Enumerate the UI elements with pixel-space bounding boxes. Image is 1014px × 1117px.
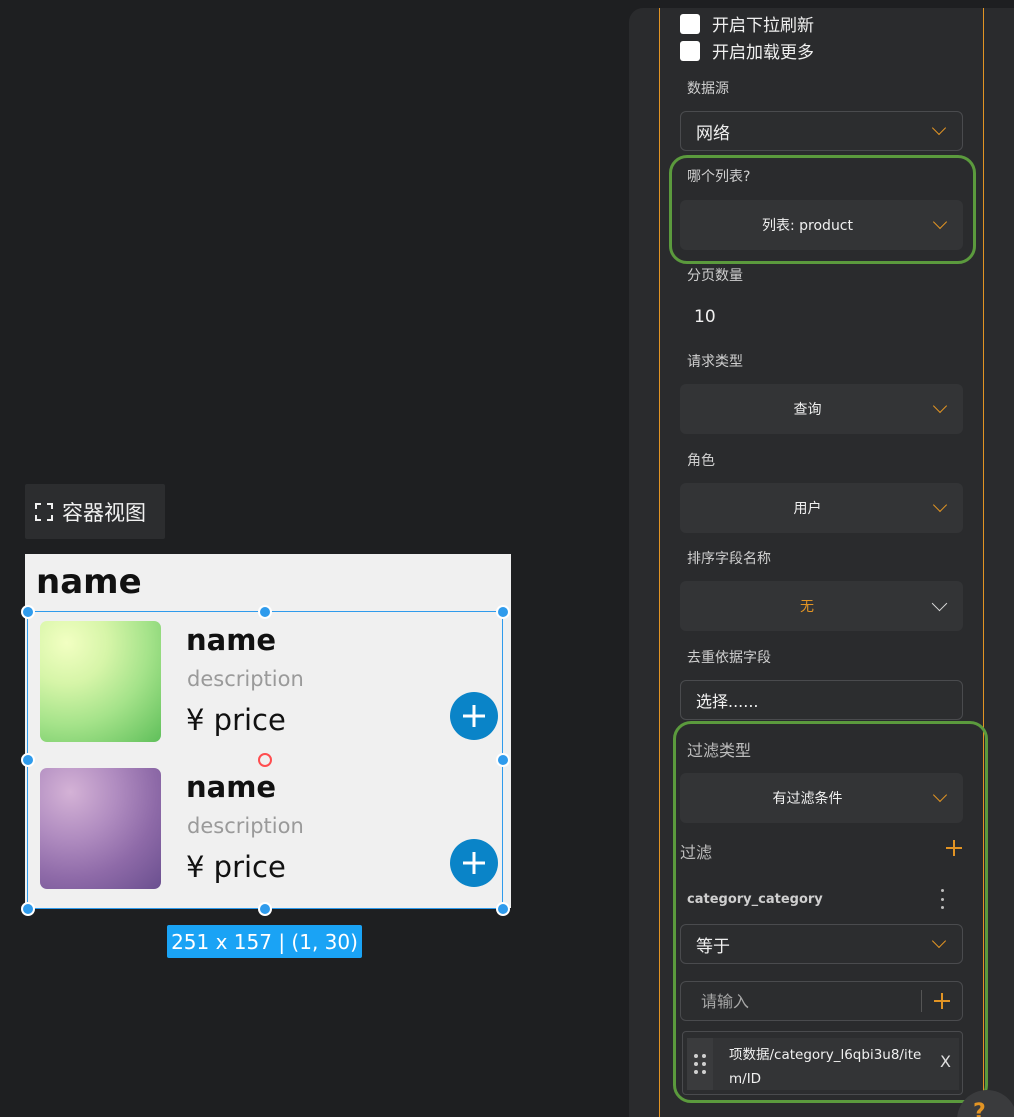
product-card[interactable]: name description ¥ price [40, 621, 500, 743]
request-type-label: 请求类型 [687, 354, 743, 370]
filter-field-name: category_category [687, 892, 823, 907]
filter-value-row [680, 981, 963, 1021]
chevron-down-icon [931, 933, 947, 949]
which-list-value: 列表: product [761, 218, 853, 234]
dedupe-field-label: 去重依据字段 [687, 650, 771, 666]
filter-type-label: 过滤类型 [687, 741, 752, 760]
resize-handle-top-left[interactable] [21, 605, 35, 619]
pull-refresh-checkbox[interactable] [680, 13, 700, 34]
data-source-value: 网络 [696, 123, 730, 144]
sort-field-label: 排序字段名称 [687, 551, 771, 567]
tag-body: 项数据/category_l6qbi3u8/item/ID X [713, 1038, 959, 1090]
filter-value-tag: 项数据/category_l6qbi3u8/item/ID X [682, 1031, 963, 1095]
filter-type-select[interactable]: 有过滤条件 [680, 773, 963, 823]
preview-title: name [36, 562, 142, 602]
chevron-down-icon [931, 595, 948, 611]
product-name: name [186, 623, 277, 657]
which-list-select[interactable]: 列表: product [680, 200, 963, 250]
request-type-select[interactable]: 查询 [680, 384, 963, 434]
pull-refresh-option[interactable]: 开启下拉刷新 [680, 11, 814, 36]
load-more-label: 开启加载更多 [712, 43, 814, 63]
drag-handle-icon[interactable] [687, 1038, 713, 1090]
page-size-input[interactable]: 10 [694, 307, 716, 327]
resize-handle-bottom-right[interactable] [496, 902, 510, 916]
load-more-checkbox[interactable] [680, 40, 700, 61]
chevron-down-icon [931, 120, 947, 136]
product-price: ¥ price [186, 703, 286, 737]
tag-text: 项数据/category_l6qbi3u8/item/ID [729, 1047, 922, 1087]
product-description: description [187, 667, 304, 691]
add-to-cart-button[interactable] [450, 839, 498, 887]
role-select[interactable]: 用户 [680, 483, 963, 533]
chevron-down-icon [932, 497, 948, 513]
role-label: 角色 [687, 453, 715, 469]
resize-handle-bottom[interactable] [258, 902, 272, 916]
request-type-value: 查询 [793, 402, 822, 418]
product-image [40, 768, 161, 889]
dedupe-field-select[interactable]: 选择...... [680, 680, 963, 720]
container-view-label[interactable]: 容器视图 [25, 484, 165, 539]
product-card[interactable]: name description ¥ price [40, 768, 500, 890]
resize-handle-top-right[interactable] [496, 605, 510, 619]
size-position-badge: 251 x 157 | (1, 30) [167, 925, 362, 958]
resize-handle-left[interactable] [21, 753, 35, 767]
role-value: 用户 [793, 501, 822, 517]
resize-handle-right[interactable] [496, 753, 510, 767]
filter-label: 过滤 [680, 843, 713, 862]
resize-handle-bottom-left[interactable] [21, 902, 35, 916]
container-view-text: 容器视图 [62, 500, 146, 525]
filter-operator-select[interactable]: 等于 [680, 924, 963, 964]
add-filter-icon[interactable] [946, 840, 962, 856]
product-price: ¥ price [186, 850, 286, 884]
help-icon: ? [973, 1100, 986, 1117]
chevron-down-icon [932, 398, 948, 414]
add-value-button[interactable] [922, 981, 962, 1021]
more-options-icon[interactable] [941, 889, 945, 909]
pull-refresh-label: 开启下拉刷新 [712, 16, 814, 36]
data-source-label: 数据源 [687, 81, 729, 97]
dedupe-field-value: 选择...... [696, 692, 759, 711]
rotation-center-handle[interactable] [258, 753, 272, 767]
data-source-select[interactable]: 网络 [680, 111, 963, 151]
sort-field-select[interactable]: 无 [680, 581, 963, 631]
filter-operator-value: 等于 [696, 936, 730, 957]
filter-type-value: 有过滤条件 [772, 791, 843, 807]
which-list-label: 哪个列表? [687, 169, 751, 185]
filter-value-input[interactable] [681, 991, 921, 1011]
add-to-cart-button[interactable] [450, 692, 498, 740]
product-image [40, 621, 161, 742]
chevron-down-icon [932, 787, 948, 803]
product-name: name [186, 770, 277, 804]
resize-handle-top[interactable] [258, 605, 272, 619]
frame-icon [35, 502, 53, 521]
product-description: description [187, 814, 304, 838]
sort-field-value: 无 [800, 599, 814, 615]
plus-icon [934, 993, 950, 1009]
page-size-label: 分页数量 [687, 268, 743, 284]
load-more-option[interactable]: 开启加载更多 [680, 38, 814, 63]
remove-tag-icon[interactable]: X [940, 1052, 951, 1071]
chevron-down-icon [932, 214, 948, 230]
